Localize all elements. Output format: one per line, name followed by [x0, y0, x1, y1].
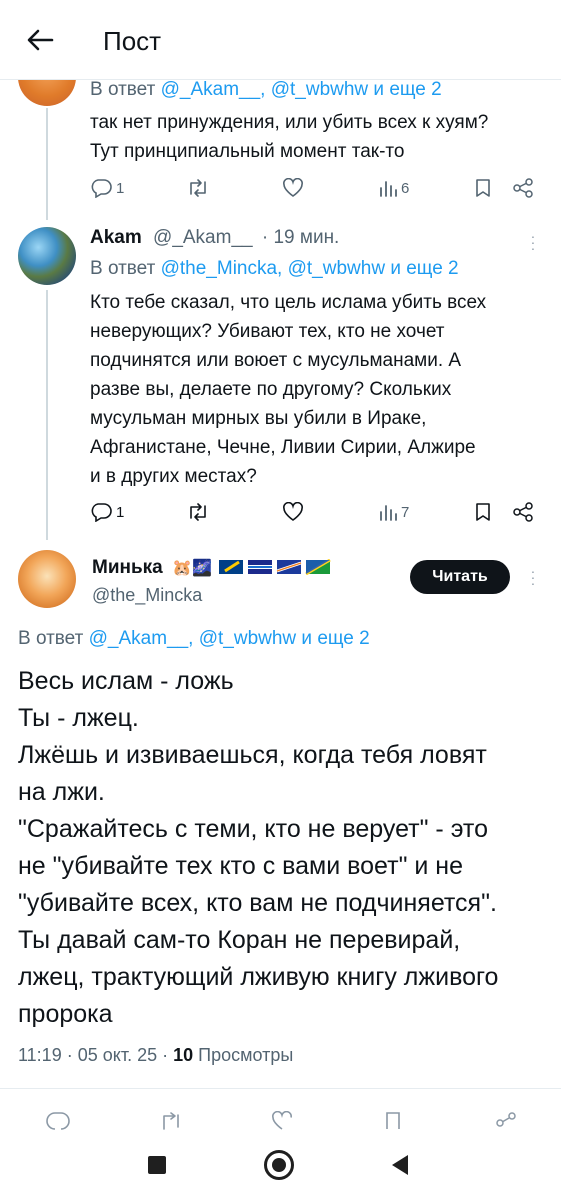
author-handle[interactable]: @the_Mincka — [92, 585, 202, 606]
views-button[interactable]: 7 — [378, 502, 409, 522]
tweet-action-bar — [0, 1088, 561, 1148]
back-icon[interactable] — [390, 1154, 410, 1176]
thread-line — [46, 290, 48, 540]
reply-icon[interactable] — [46, 1111, 70, 1131]
recent-apps-button[interactable] — [148, 1156, 166, 1174]
heart-icon — [283, 502, 303, 521]
reply-to-line: В ответ @_Akam__, @t_wbwhw и еще 2 — [18, 628, 370, 649]
reply-icon — [91, 179, 112, 198]
repost-icon[interactable] — [158, 1111, 184, 1131]
like-button[interactable] — [282, 502, 304, 522]
more-options-icon[interactable]: · · · — [530, 229, 536, 255]
more-options-icon[interactable]: · · · — [530, 564, 536, 590]
page-title: Пост — [103, 26, 162, 56]
reply-button[interactable]: 1 — [90, 178, 124, 198]
reply-to-line: В ответ @_Akam__, @t_wbwhw и еще 2 — [90, 79, 442, 100]
heart-icon[interactable] — [270, 1111, 294, 1131]
author-line: Akam @_Akam__ · 19 мин. — [90, 227, 339, 249]
share-icon — [513, 178, 533, 198]
views-label: Просмотры — [193, 1045, 294, 1065]
views-icon — [380, 505, 397, 521]
tweet-text: Весь ислам - ложь Ты - лжец. Лжёшь и изв… — [18, 667, 499, 1028]
author-name[interactable]: Минька — [92, 557, 163, 578]
flag-icons — [219, 558, 331, 581]
home-button[interactable] — [264, 1150, 294, 1180]
reply-mentions-link[interactable]: @_Akam__, @t_wbwhw и еще 2 — [161, 79, 442, 100]
author-handle[interactable]: @_Akam__ — [153, 227, 253, 248]
top-app-bar: Пост — [0, 0, 561, 80]
views-button[interactable]: 6 — [378, 178, 409, 198]
like-button[interactable] — [282, 178, 304, 198]
thread-line — [46, 108, 48, 220]
repost-icon — [190, 179, 206, 197]
share-button[interactable] — [512, 178, 534, 198]
share-icon — [513, 502, 533, 522]
bookmark-icon[interactable] — [383, 1111, 403, 1131]
reply-mentions-link[interactable]: @the_Mincka, @t_wbwhw и еще 2 — [161, 258, 459, 279]
views-count: 10 — [173, 1045, 194, 1065]
repost-button[interactable] — [186, 178, 210, 198]
heart-icon — [283, 178, 303, 197]
repost-icon — [190, 503, 206, 521]
follow-button[interactable]: Читать — [410, 560, 510, 594]
reply-to-line: В ответ @the_Mincka, @t_wbwhw и еще 2 — [90, 258, 459, 279]
reply-mentions-link[interactable]: @_Akam__, @t_wbwhw и еще 2 — [89, 628, 370, 649]
views-icon — [380, 181, 397, 197]
bookmark-icon — [476, 503, 490, 521]
bookmark-button[interactable] — [474, 502, 492, 522]
share-button[interactable] — [512, 502, 534, 522]
repost-button[interactable] — [186, 502, 210, 522]
tweet-meta: 11:19 · 05 окт. 25 · 10 Просмотры — [18, 1045, 293, 1066]
avatar[interactable] — [18, 550, 76, 608]
avatar[interactable] — [18, 227, 76, 285]
author-name[interactable]: Akam — [90, 227, 142, 248]
tweet-time: · 19 мин. — [261, 227, 340, 248]
tweet-text: Кто тебе сказал, что цель ислама убить в… — [90, 292, 487, 487]
bookmark-button[interactable] — [474, 178, 492, 198]
tweet-actions: 1 7 — [90, 502, 540, 526]
author-line: Минька 🐹🌌 — [92, 557, 331, 581]
reply-icon — [91, 503, 112, 522]
tweet-actions: 1 6 — [90, 178, 540, 202]
emoji-badges: 🐹🌌 — [172, 560, 212, 577]
system-navigation-bar — [0, 1140, 561, 1199]
tweet-timestamp: 11:19 · 05 окт. 25 · — [18, 1045, 174, 1065]
bookmark-icon — [476, 179, 490, 197]
tweet-text: так нет принуждения, или убить всех к ху… — [90, 112, 489, 162]
share-icon[interactable] — [494, 1111, 518, 1131]
back-arrow-icon[interactable] — [22, 22, 58, 58]
reply-button[interactable]: 1 — [90, 502, 124, 522]
